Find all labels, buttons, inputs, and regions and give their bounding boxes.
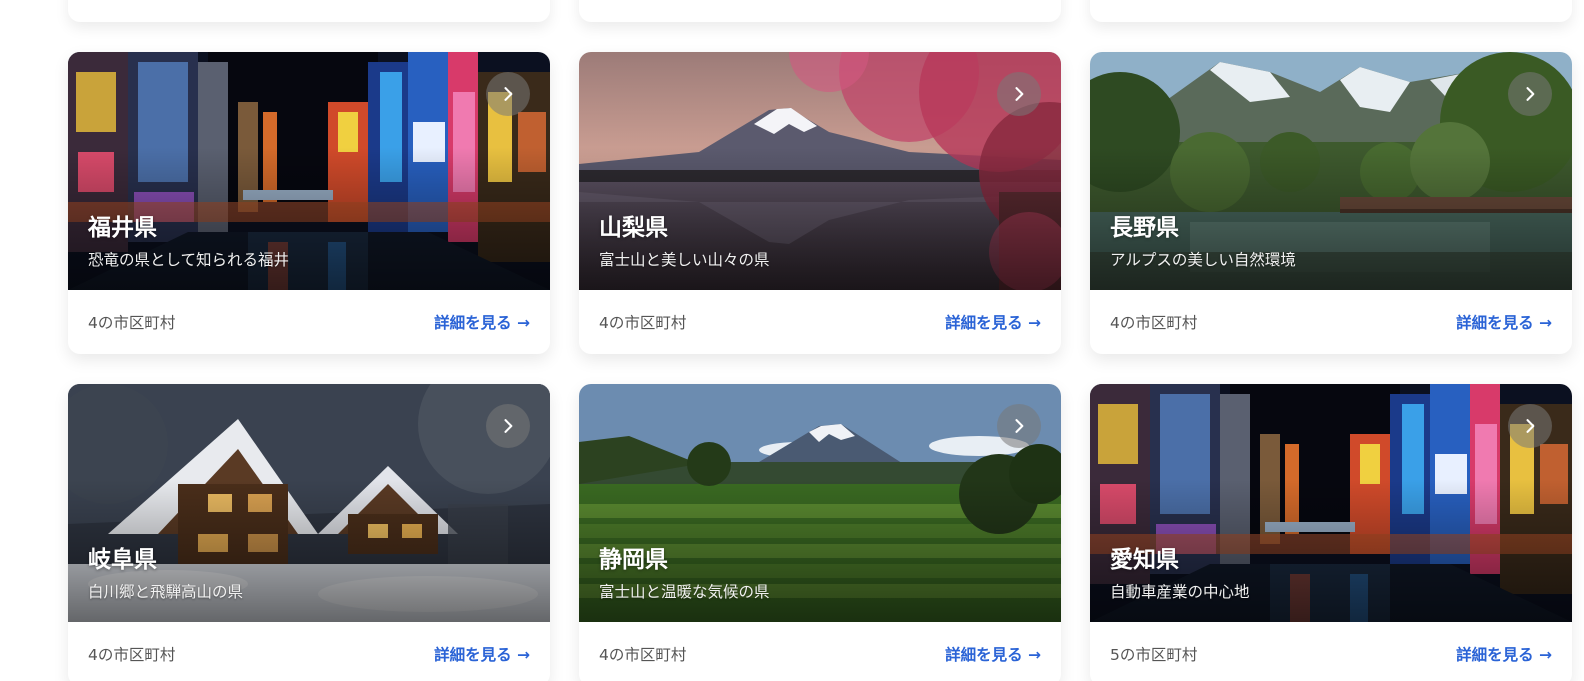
previous-row-card[interactable]	[579, 0, 1061, 22]
card-description: 富士山と温暖な気候の県	[599, 583, 770, 601]
card-image: 岐阜県 白川郷と飛騨高山の県	[68, 384, 550, 622]
card-title: 福井県	[88, 215, 157, 241]
municipality-count: 4の市区町村	[1110, 314, 1198, 332]
view-details-link[interactable]: 詳細を見る →	[1456, 643, 1552, 665]
chevron-right-icon[interactable]	[1508, 72, 1552, 116]
chevron-right-icon[interactable]	[997, 72, 1041, 116]
municipality-count: 4の市区町村	[599, 646, 687, 664]
card-title: 山梨県	[599, 215, 668, 241]
card-description: 白川郷と飛騨高山の県	[88, 583, 244, 601]
card-title: 愛知県	[1110, 547, 1179, 573]
view-details-link[interactable]: 詳細を見る →	[1456, 311, 1552, 333]
card-title: 静岡県	[599, 547, 668, 573]
card-title: 岐阜県	[88, 547, 157, 573]
view-details-link[interactable]: 詳細を見る →	[945, 643, 1041, 665]
municipality-count: 4の市区町村	[599, 314, 687, 332]
prefecture-card[interactable]: 山梨県 富士山と美しい山々の県 4の市区町村 詳細を見る →	[579, 52, 1061, 354]
municipality-count: 4の市区町村	[88, 646, 176, 664]
card-image: 静岡県 富士山と温暖な気候の県	[579, 384, 1061, 622]
card-image: 山梨県 富士山と美しい山々の県	[579, 52, 1061, 290]
card-image: 長野県 アルプスの美しい自然環境	[1090, 52, 1572, 290]
previous-row-card[interactable]	[68, 0, 550, 22]
municipality-count: 4の市区町村	[88, 314, 176, 332]
chevron-right-icon[interactable]	[486, 404, 530, 448]
prefecture-card[interactable]: 愛知県 自動車産業の中心地 5の市区町村 詳細を見る →	[1090, 384, 1572, 681]
view-details-link[interactable]: 詳細を見る →	[434, 311, 530, 333]
card-image: 愛知県 自動車産業の中心地	[1090, 384, 1572, 622]
view-details-link[interactable]: 詳細を見る →	[434, 643, 530, 665]
card-description: アルプスの美しい自然環境	[1110, 251, 1296, 269]
previous-row-card[interactable]	[1090, 0, 1572, 22]
card-description: 自動車産業の中心地	[1110, 583, 1250, 601]
prefecture-card[interactable]: 福井県 恐竜の県として知られる福井 4の市区町村 詳細を見る →	[68, 52, 550, 354]
card-title: 長野県	[1110, 215, 1179, 241]
card-image: 福井県 恐竜の県として知られる福井	[68, 52, 550, 290]
prefecture-card[interactable]: 長野県 アルプスの美しい自然環境 4の市区町村 詳細を見る →	[1090, 52, 1572, 354]
municipality-count: 5の市区町村	[1110, 646, 1198, 664]
chevron-right-icon[interactable]	[1508, 404, 1552, 448]
prefecture-card[interactable]: 岐阜県 白川郷と飛騨高山の県 4の市区町村 詳細を見る →	[68, 384, 550, 681]
chevron-right-icon[interactable]	[486, 72, 530, 116]
card-description: 富士山と美しい山々の県	[599, 251, 770, 269]
chevron-right-icon[interactable]	[997, 404, 1041, 448]
view-details-link[interactable]: 詳細を見る →	[945, 311, 1041, 333]
prefecture-card[interactable]: 静岡県 富士山と温暖な気候の県 4の市区町村 詳細を見る →	[579, 384, 1061, 681]
card-description: 恐竜の県として知られる福井	[88, 251, 290, 269]
